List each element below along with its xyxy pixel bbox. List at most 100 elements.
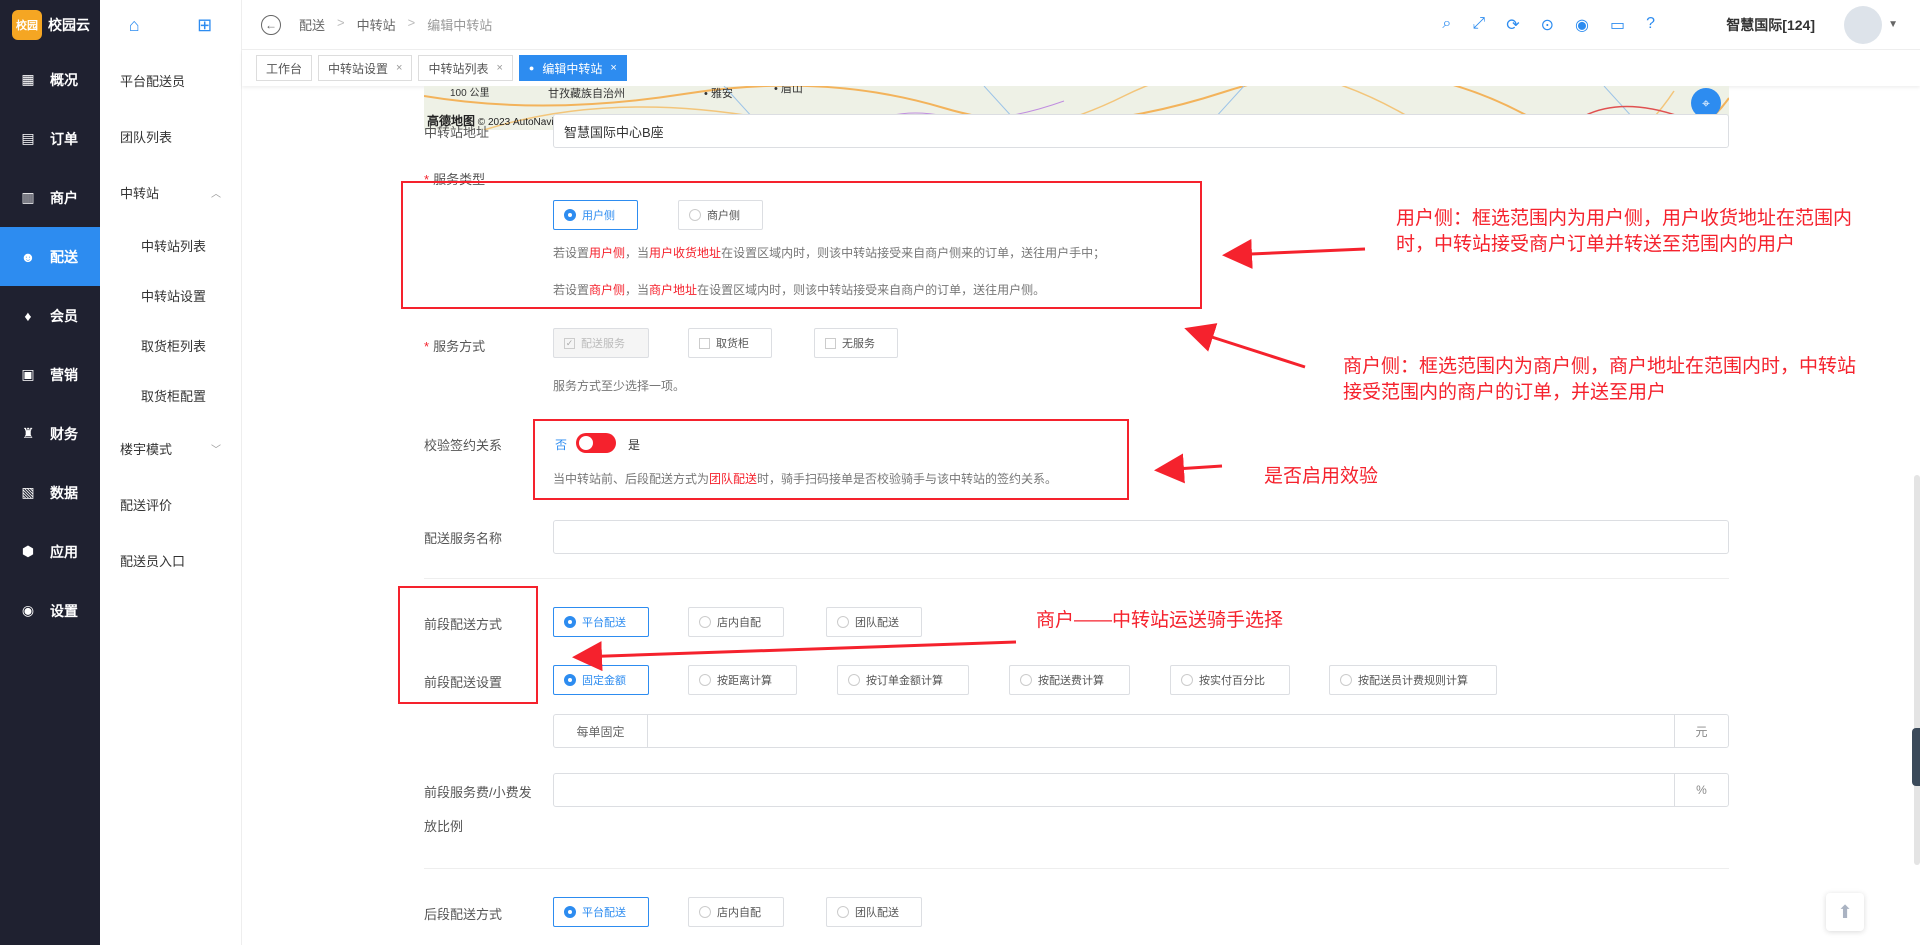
address-label: 中转站地址 [424,125,490,140]
sidebar-item-1[interactable]: ▦ 概况 [0,50,100,109]
annotation-line: 用户侧：框选范围内为用户侧，用户收货地址在范围内 [1396,208,1853,229]
map-scale: 100 公里 [450,88,490,99]
back-mode-self[interactable]: 店内自配 [688,897,784,927]
subnav-child-station-list[interactable]: 中转站列表 [100,220,241,270]
marketing-icon: ▣ [21,366,35,382]
checkbox-checked-icon: ✓ [564,337,575,349]
front-setting-percent[interactable]: 按实付百分比 [1170,665,1290,695]
subnav-child-locker-list[interactable]: 取货柜列表 [100,320,241,370]
tab-edit-station[interactable]: ● 编辑中转站 × [518,55,627,81]
tab-label: 编辑中转站 [542,61,603,76]
chevron-down-icon: ﹀ [211,444,221,456]
refresh-icon[interactable]: ⟳ [1506,15,1519,35]
help-icon[interactable]: ? [1646,15,1655,35]
download-icon[interactable]: ⊙ [1541,15,1554,35]
tab-label: 工作台 [266,61,303,76]
sidebar-item-4[interactable]: ☻ 配送 [0,227,100,286]
annotation-box-verify [533,419,1129,500]
side-widget-handle[interactable] [1912,728,1920,786]
radio-icon [848,674,860,686]
sidebar-item-10[interactable]: ◉ 设置 [0,581,100,640]
subnav-item-rider[interactable]: 平台配送员 [100,52,241,108]
sidebar-item-9[interactable]: ⬢ 应用 [0,522,100,581]
app-logo[interactable]: 校园 校园云 [0,0,100,50]
sidebar-item-3[interactable]: ▥ 商户 [0,168,100,227]
caret-down-icon[interactable]: ▼ [1888,19,1898,30]
subnav-child-locker-config[interactable]: 取货柜配置 [100,370,241,420]
service-name-label: 配送服务名称 [424,531,503,546]
fee-ratio-input[interactable]: % [553,773,1729,807]
close-icon[interactable]: × [496,62,502,74]
sidebar-item-label: 设置 [50,602,78,619]
subnav-item-label: 楼宇模式 [120,441,173,457]
subnav-child-station-settings[interactable]: 中转站设置 [100,270,241,320]
sidebar-item-5[interactable]: ♦ 会员 [0,286,100,345]
checkbox-icon [699,337,710,349]
tab-station-list[interactable]: 中转站列表 × [418,55,513,81]
front-setting-fixed[interactable]: 固定金额 [553,665,649,695]
subnav-item-label: 配送员入口 [120,553,186,569]
front-mode-team[interactable]: 团队配送 [826,607,922,637]
subnav-item-rider-entry[interactable]: 配送员入口 [100,532,241,588]
front-mode-self[interactable]: 店内自配 [688,607,784,637]
sidebar-item-label: 订单 [50,130,78,147]
front-setting-distance[interactable]: 按距离计算 [688,665,797,695]
sidebar-item-7[interactable]: ♜ 财务 [0,404,100,463]
back-mode-platform[interactable]: 平台配送 [553,897,649,927]
annotation-line: 时，中转站接受商户订单并转送至范围内的用户 [1396,234,1796,255]
option-label: 固定金额 [582,675,626,687]
annotation-box-service-type [401,181,1202,309]
avatar[interactable] [1844,6,1882,44]
service-mode-locker[interactable]: 取货柜 [688,328,772,358]
subnav-item-delivery-review[interactable]: 配送评价 [100,476,241,532]
subnav-item-building-mode[interactable]: 楼宇模式 ﹀ [100,420,241,476]
service-mode-none[interactable]: 无服务 [814,328,898,358]
option-label: 团队配送 [855,907,899,919]
subnav-item-team-list[interactable]: 团队列表 [100,108,241,164]
breadcrumb-item[interactable]: 配送 [299,15,325,34]
front-mode-platform[interactable]: 平台配送 [553,607,649,637]
per-order-input[interactable]: 每单固定 元 [553,714,1729,748]
home-icon[interactable]: ⌂ [129,15,140,36]
close-icon[interactable]: × [396,62,402,74]
map-city-label: • 雅安 [704,88,733,100]
subnav-item-label: 团队列表 [120,129,173,145]
back-mode-team[interactable]: 团队配送 [826,897,922,927]
back-arrow-icon[interactable]: ← [261,14,281,35]
sidebar-item-label: 商户 [50,189,78,206]
eye-icon[interactable]: ◉ [1575,15,1589,35]
sidebar-item-6[interactable]: ▣ 营销 [0,345,100,404]
chevron-up-icon: ︿ [211,188,221,200]
front-setting-rider-rule[interactable]: 按配送员计费规则计算 [1329,665,1497,695]
monitor-icon[interactable]: ▭ [1610,15,1625,35]
subnav-item-label: 中转站 [120,185,160,201]
tab-workbench[interactable]: 工作台 [256,55,313,81]
option-label: 配送服务 [581,338,625,350]
front-setting-order-amount[interactable]: 按订单金额计算 [837,665,969,695]
app-icon: ⬢ [21,543,35,559]
option-label: 平台配送 [582,617,626,629]
sidebar-item-2[interactable]: ▤ 订单 [0,109,100,168]
header-toolbar: ⌕ ⤢ ⟳ ⊙ ◉ ▭ ? [1442,15,1655,35]
tab-station-settings[interactable]: 中转站设置 × [318,55,413,81]
required-mark: * [424,339,430,354]
address-field[interactable]: 智慧国际中心B座 [553,114,1729,148]
search-icon[interactable]: ⌕ [1442,15,1451,35]
sidebar-item-label: 应用 [50,543,78,560]
close-icon[interactable]: × [610,62,616,74]
service-mode-delivery: ✓ 配送服务 [553,328,649,358]
page-tabs: 工作台 中转站设置 × 中转站列表 × ● 编辑中转站 × [242,50,1920,86]
sidebar-item-8[interactable]: ▧ 数据 [0,463,100,522]
subnav-item-transfer-station[interactable]: 中转站 ︿ [100,164,241,220]
front-setting-delivery-fee[interactable]: 按配送费计算 [1009,665,1130,695]
main-sidebar: 校园 校园云 ▦ 概况 ▤ 订单 ▥ 商户 ☻ 配送 ♦ 会员 ▣ 营销 ♜ 财务 ▧ 数据 ⬢ 应用 ◉ 设置 [0,0,100,945]
fullscreen-icon[interactable]: ⤢ [1472,15,1485,35]
scrollbar[interactable] [1914,475,1920,865]
breadcrumb-item[interactable]: 中转站 [357,15,396,34]
back-to-top-button[interactable]: ⬆ [1826,893,1864,931]
user-name[interactable]: 智慧国际[124] [1726,15,1815,35]
apps-grid-icon[interactable]: ⊞ [197,15,212,36]
option-label: 取货柜 [716,338,749,350]
option-label: 店内自配 [717,907,761,919]
service-name-input[interactable] [553,520,1729,554]
